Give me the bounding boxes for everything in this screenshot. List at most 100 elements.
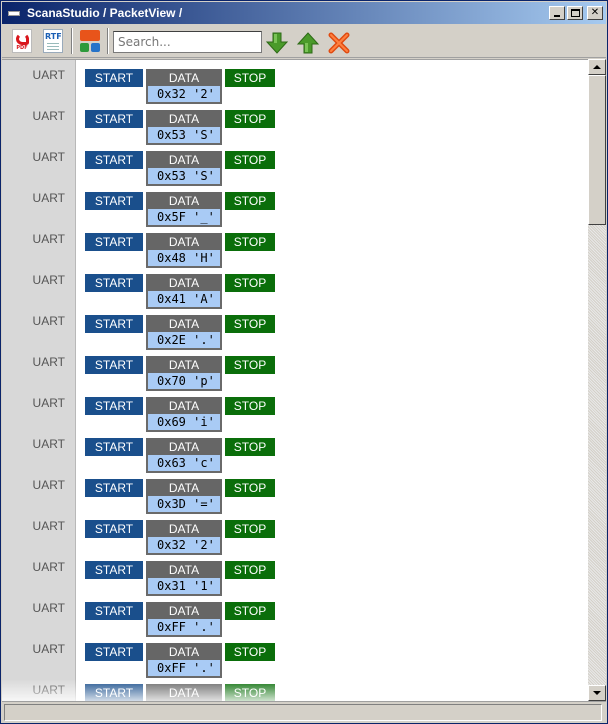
data-field[interactable]: DATA xyxy=(146,192,222,210)
stop-field[interactable]: STOP xyxy=(225,69,275,87)
toolbar-separator xyxy=(107,28,109,54)
packet-row[interactable]: UART START DATA STOP 0x70 'p' xyxy=(2,347,588,391)
start-field[interactable]: START xyxy=(85,561,143,579)
data-field[interactable]: DATA xyxy=(146,397,222,415)
data-field[interactable]: DATA xyxy=(146,151,222,169)
packet-row[interactable]: UART START DATA STOP 0xFF '.' xyxy=(2,593,588,637)
start-field[interactable]: START xyxy=(85,438,143,456)
stop-field[interactable]: STOP xyxy=(225,274,275,292)
stop-field[interactable]: STOP xyxy=(225,602,275,620)
stop-field[interactable]: STOP xyxy=(225,233,275,251)
search-input[interactable] xyxy=(113,31,262,53)
packet-row[interactable]: UART START DATA STOP 0x2E '.' xyxy=(2,306,588,350)
title-bar[interactable]: ScanaStudio / PacketView / ✕ xyxy=(2,2,606,24)
data-field[interactable]: DATA xyxy=(146,479,222,497)
toolbar-separator xyxy=(71,28,73,54)
pdf-icon: PDF xyxy=(12,29,32,53)
app-icon xyxy=(6,6,22,20)
stop-field[interactable]: STOP xyxy=(225,479,275,497)
data-field[interactable]: DATA xyxy=(146,684,222,701)
stop-field[interactable]: STOP xyxy=(225,643,275,661)
stop-field[interactable]: STOP xyxy=(225,315,275,333)
stop-field[interactable]: STOP xyxy=(225,356,275,374)
scrollbar-thumb[interactable] xyxy=(588,75,606,225)
packet-row[interactable]: UART START DATA STOP 0x31 '1' xyxy=(2,552,588,596)
data-field[interactable]: DATA xyxy=(146,69,222,87)
data-field[interactable]: DATA xyxy=(146,274,222,292)
previous-up-arrow-icon[interactable] xyxy=(296,32,320,54)
start-field[interactable]: START xyxy=(85,192,143,210)
start-field[interactable]: START xyxy=(85,520,143,538)
packet-row[interactable]: UART START DATA STOP 0x41 'A' xyxy=(2,265,588,309)
stop-field[interactable]: STOP xyxy=(225,684,275,701)
status-bar xyxy=(2,701,606,723)
stop-field[interactable]: STOP xyxy=(225,110,275,128)
packet-row[interactable]: UART START DATA STOP 0x32 '2' xyxy=(2,511,588,555)
protocol-label: UART xyxy=(32,109,65,123)
protocol-label: UART xyxy=(32,355,65,369)
close-button[interactable]: ✕ xyxy=(587,6,603,20)
app-window: ScanaStudio / PacketView / ✕ PDF RTF Sea… xyxy=(0,0,608,724)
start-field[interactable]: START xyxy=(85,643,143,661)
packet-row[interactable]: UART START DATA STOP 0x53 'S' xyxy=(2,101,588,145)
data-field[interactable]: DATA xyxy=(146,561,222,579)
packet-row[interactable]: UART START DATA STOP xyxy=(2,675,588,701)
packet-row[interactable]: UART START DATA STOP 0x3D '=' xyxy=(2,470,588,514)
stop-field[interactable]: STOP xyxy=(225,520,275,538)
export-rtf-button[interactable]: RTF xyxy=(40,27,66,55)
data-field[interactable]: DATA xyxy=(146,643,222,661)
packet-row[interactable]: UART START DATA STOP 0x63 'c' xyxy=(2,429,588,473)
layout-button[interactable] xyxy=(77,27,103,55)
start-field[interactable]: START xyxy=(85,479,143,497)
start-field[interactable]: START xyxy=(85,274,143,292)
data-field[interactable]: DATA xyxy=(146,602,222,620)
close-icon: ✕ xyxy=(590,7,600,18)
export-pdf-button[interactable]: PDF xyxy=(9,27,35,55)
chevron-down-icon xyxy=(593,691,601,695)
stop-field[interactable]: STOP xyxy=(225,151,275,169)
data-field[interactable]: DATA xyxy=(146,356,222,374)
data-field[interactable]: DATA xyxy=(146,315,222,333)
start-field[interactable]: START xyxy=(85,110,143,128)
packet-row[interactable]: UART START DATA STOP 0x32 '2' xyxy=(2,60,588,104)
packet-row[interactable]: UART START DATA STOP 0xFF '.' xyxy=(2,634,588,678)
rtf-icon: RTF xyxy=(43,29,63,53)
next-down-arrow-icon[interactable] xyxy=(265,32,289,54)
chevron-up-icon xyxy=(593,65,601,69)
stop-field[interactable]: STOP xyxy=(225,438,275,456)
data-field[interactable]: DATA xyxy=(146,110,222,128)
packet-view[interactable]: UART START DATA STOP 0x32 '2' UART START DATA ST… xyxy=(2,59,588,701)
minimize-button[interactable] xyxy=(549,6,565,20)
stop-field[interactable]: STOP xyxy=(225,397,275,415)
stop-field[interactable]: STOP xyxy=(225,561,275,579)
maximize-button[interactable] xyxy=(567,6,583,20)
protocol-label: UART xyxy=(32,437,65,451)
protocol-label: UART xyxy=(32,273,65,287)
stop-field[interactable]: STOP xyxy=(225,192,275,210)
start-field[interactable]: START xyxy=(85,684,143,701)
start-field[interactable]: START xyxy=(85,356,143,374)
start-field[interactable]: START xyxy=(85,233,143,251)
packet-row[interactable]: UART START DATA STOP 0x69 'i' xyxy=(2,388,588,432)
start-field[interactable]: START xyxy=(85,602,143,620)
data-field[interactable]: DATA xyxy=(146,233,222,251)
scroll-down-button[interactable] xyxy=(588,685,606,701)
data-field[interactable]: DATA xyxy=(146,438,222,456)
vertical-scrollbar[interactable] xyxy=(588,59,606,701)
protocol-label: UART xyxy=(32,150,65,164)
start-field[interactable]: START xyxy=(85,69,143,87)
start-field[interactable]: START xyxy=(85,151,143,169)
data-field[interactable]: DATA xyxy=(146,520,222,538)
protocol-label: UART xyxy=(32,519,65,533)
start-field[interactable]: START xyxy=(85,397,143,415)
window-controls: ✕ xyxy=(549,6,603,20)
maximize-icon xyxy=(570,9,580,17)
packet-row[interactable]: UART START DATA STOP 0x5F '_' xyxy=(2,183,588,227)
packet-row[interactable]: UART START DATA STOP 0x48 'H' xyxy=(2,224,588,268)
packet-row[interactable]: UART START DATA STOP 0x53 'S' xyxy=(2,142,588,186)
start-field[interactable]: START xyxy=(85,315,143,333)
scroll-up-button[interactable] xyxy=(588,59,606,75)
clear-search-icon[interactable] xyxy=(327,32,351,54)
window-title: ScanaStudio / PacketView / xyxy=(27,6,183,20)
protocol-label: UART xyxy=(32,191,65,205)
